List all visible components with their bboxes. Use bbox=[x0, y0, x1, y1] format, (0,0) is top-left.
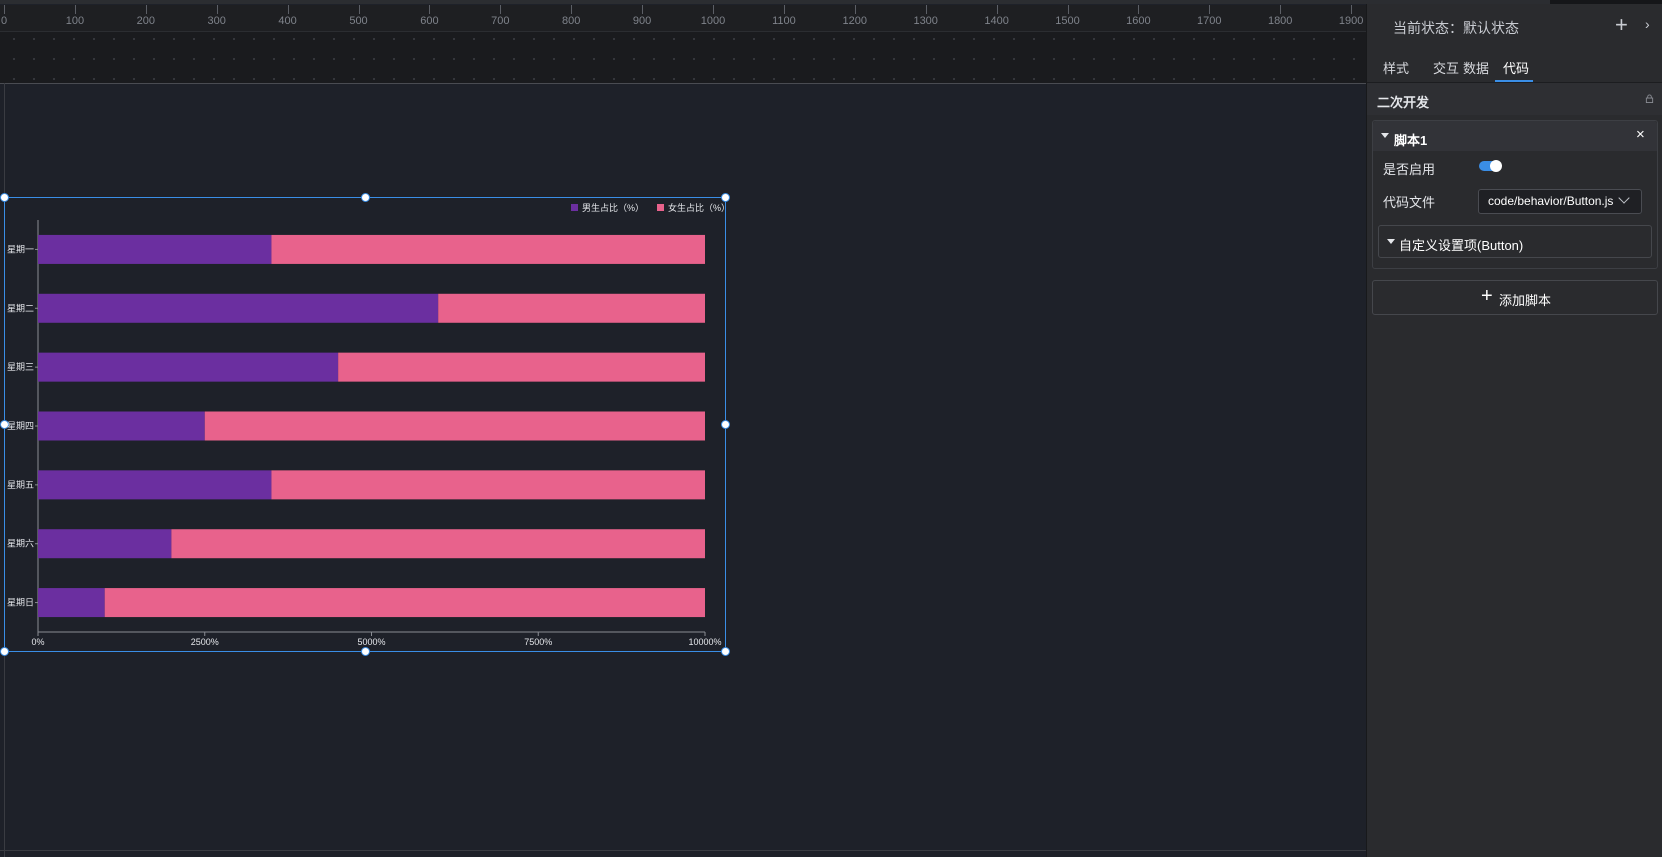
legend-label: 女生占比（%） bbox=[668, 202, 730, 213]
y-tick-label: 星期三 bbox=[7, 362, 34, 372]
ruler-tick bbox=[925, 5, 927, 14]
legend-label: 男生占比（%） bbox=[582, 202, 644, 213]
x-tick-label: 2500% bbox=[191, 637, 219, 647]
tab-data[interactable]: 数据 bbox=[1463, 58, 1489, 77]
bar-female bbox=[271, 470, 705, 500]
section-title: 二次开发 bbox=[1377, 95, 1430, 110]
lock-icon[interactable] bbox=[1645, 94, 1654, 103]
x-tick-label: 5000% bbox=[357, 637, 385, 647]
add-script-button[interactable]: + 添加脚本 bbox=[1372, 280, 1658, 315]
ruler-tick-label: 1400 bbox=[984, 15, 1009, 27]
ruler-tick bbox=[1209, 5, 1211, 14]
y-tick-label: 星期日 bbox=[7, 598, 34, 608]
ruler-tick-label: 1700 bbox=[1197, 15, 1222, 27]
bar-male bbox=[38, 529, 172, 559]
tab-code[interactable]: 代码 bbox=[1503, 58, 1529, 77]
bar-male bbox=[38, 352, 339, 382]
y-tick-label: 星期六 bbox=[7, 538, 34, 549]
script-title: 脚本1 bbox=[1394, 133, 1428, 148]
bar-female bbox=[104, 588, 705, 618]
script-card: 脚本1 × 是否启用 代码文件 code/behavior/Button.js … bbox=[1372, 120, 1658, 269]
ruler-tick-label: 1500 bbox=[1055, 15, 1080, 27]
caret-down-icon[interactable] bbox=[1387, 239, 1395, 244]
ruler-tick bbox=[1067, 5, 1069, 14]
y-tick-label: 星期一 bbox=[7, 244, 34, 254]
panel-tabs: 样式 交互 数据 代码 bbox=[1367, 48, 1662, 83]
bar-male bbox=[38, 470, 272, 500]
legend-swatch bbox=[571, 204, 578, 211]
code-file-select[interactable]: code/behavior/Button.js bbox=[1478, 189, 1642, 214]
legend-swatch bbox=[657, 204, 664, 211]
custom-settings-group[interactable]: 自定义设置项(Button) bbox=[1378, 225, 1652, 258]
add-script-label: 添加脚本 bbox=[1499, 293, 1552, 308]
collapse-panel-icon[interactable]: › bbox=[1645, 16, 1650, 32]
plus-icon: + bbox=[1481, 285, 1493, 307]
script-header[interactable]: 脚本1 × bbox=[1373, 121, 1657, 151]
y-tick-label: 星期五 bbox=[7, 480, 34, 490]
ruler-tick-label: 1300 bbox=[913, 15, 938, 27]
ruler-tick bbox=[783, 5, 785, 14]
bar-female bbox=[271, 234, 705, 264]
y-tick-label: 星期四 bbox=[7, 421, 34, 431]
toggle-knob bbox=[1490, 160, 1502, 172]
ruler-tick bbox=[854, 5, 856, 14]
ruler-tick bbox=[1280, 5, 1282, 14]
chevron-down-icon bbox=[1618, 192, 1630, 204]
enabled-label: 是否启用 bbox=[1383, 162, 1436, 177]
ruler-tick-label: 1200 bbox=[842, 15, 868, 27]
tab-interaction[interactable]: 交互 bbox=[1433, 58, 1459, 77]
bar-male bbox=[38, 234, 272, 264]
bar-male bbox=[38, 293, 439, 323]
properties-panel: 当前状态：默认状态 + › 样式 交互 数据 代码 二次开发 脚本1 × 是否启… bbox=[1366, 4, 1662, 857]
current-state-label[interactable]: 当前状态：默认状态 bbox=[1393, 18, 1519, 38]
code-file-label: 代码文件 bbox=[1383, 195, 1436, 210]
ruler-tick-label: 1600 bbox=[1126, 15, 1151, 27]
ruler-tick bbox=[1351, 5, 1353, 14]
y-tick-label: 星期二 bbox=[7, 303, 34, 313]
tab-style[interactable]: 样式 bbox=[1383, 58, 1409, 77]
x-tick-label: 10000% bbox=[688, 637, 721, 647]
stacked-bar-chart: 星期一星期二星期三星期四星期五星期六星期日 0% 2500% 5000% 7500% 10… bbox=[7, 202, 730, 647]
active-tab-indicator bbox=[1495, 80, 1533, 82]
enabled-toggle[interactable] bbox=[1479, 160, 1502, 172]
ruler-tick-label: 1100 bbox=[772, 15, 796, 27]
ruler-tick bbox=[996, 5, 998, 14]
bar-female bbox=[338, 352, 705, 382]
close-icon[interactable]: × bbox=[1636, 126, 1645, 143]
bar-female bbox=[171, 529, 705, 559]
code-file-value: code/behavior/Button.js bbox=[1488, 194, 1614, 208]
add-state-icon[interactable]: + bbox=[1615, 12, 1628, 38]
bar-female bbox=[204, 411, 705, 441]
bar-male bbox=[38, 588, 105, 618]
x-tick-label: 7500% bbox=[524, 637, 552, 647]
bar-female bbox=[438, 293, 705, 323]
custom-settings-title: 自定义设置项(Button) bbox=[1399, 238, 1524, 253]
ruler-tick-label: 1900 bbox=[1338, 15, 1364, 27]
canvas-bottom-edge bbox=[0, 850, 1366, 851]
bar-male bbox=[38, 411, 205, 441]
caret-down-icon[interactable] bbox=[1381, 133, 1389, 138]
secondary-dev-section-header: 二次开发 bbox=[1367, 83, 1662, 115]
x-tick-label: 0% bbox=[31, 637, 44, 647]
ruler-tick bbox=[1138, 5, 1140, 14]
ruler-tick-label: 1800 bbox=[1267, 15, 1293, 27]
state-bar: 当前状态：默认状态 + › bbox=[1367, 4, 1662, 48]
